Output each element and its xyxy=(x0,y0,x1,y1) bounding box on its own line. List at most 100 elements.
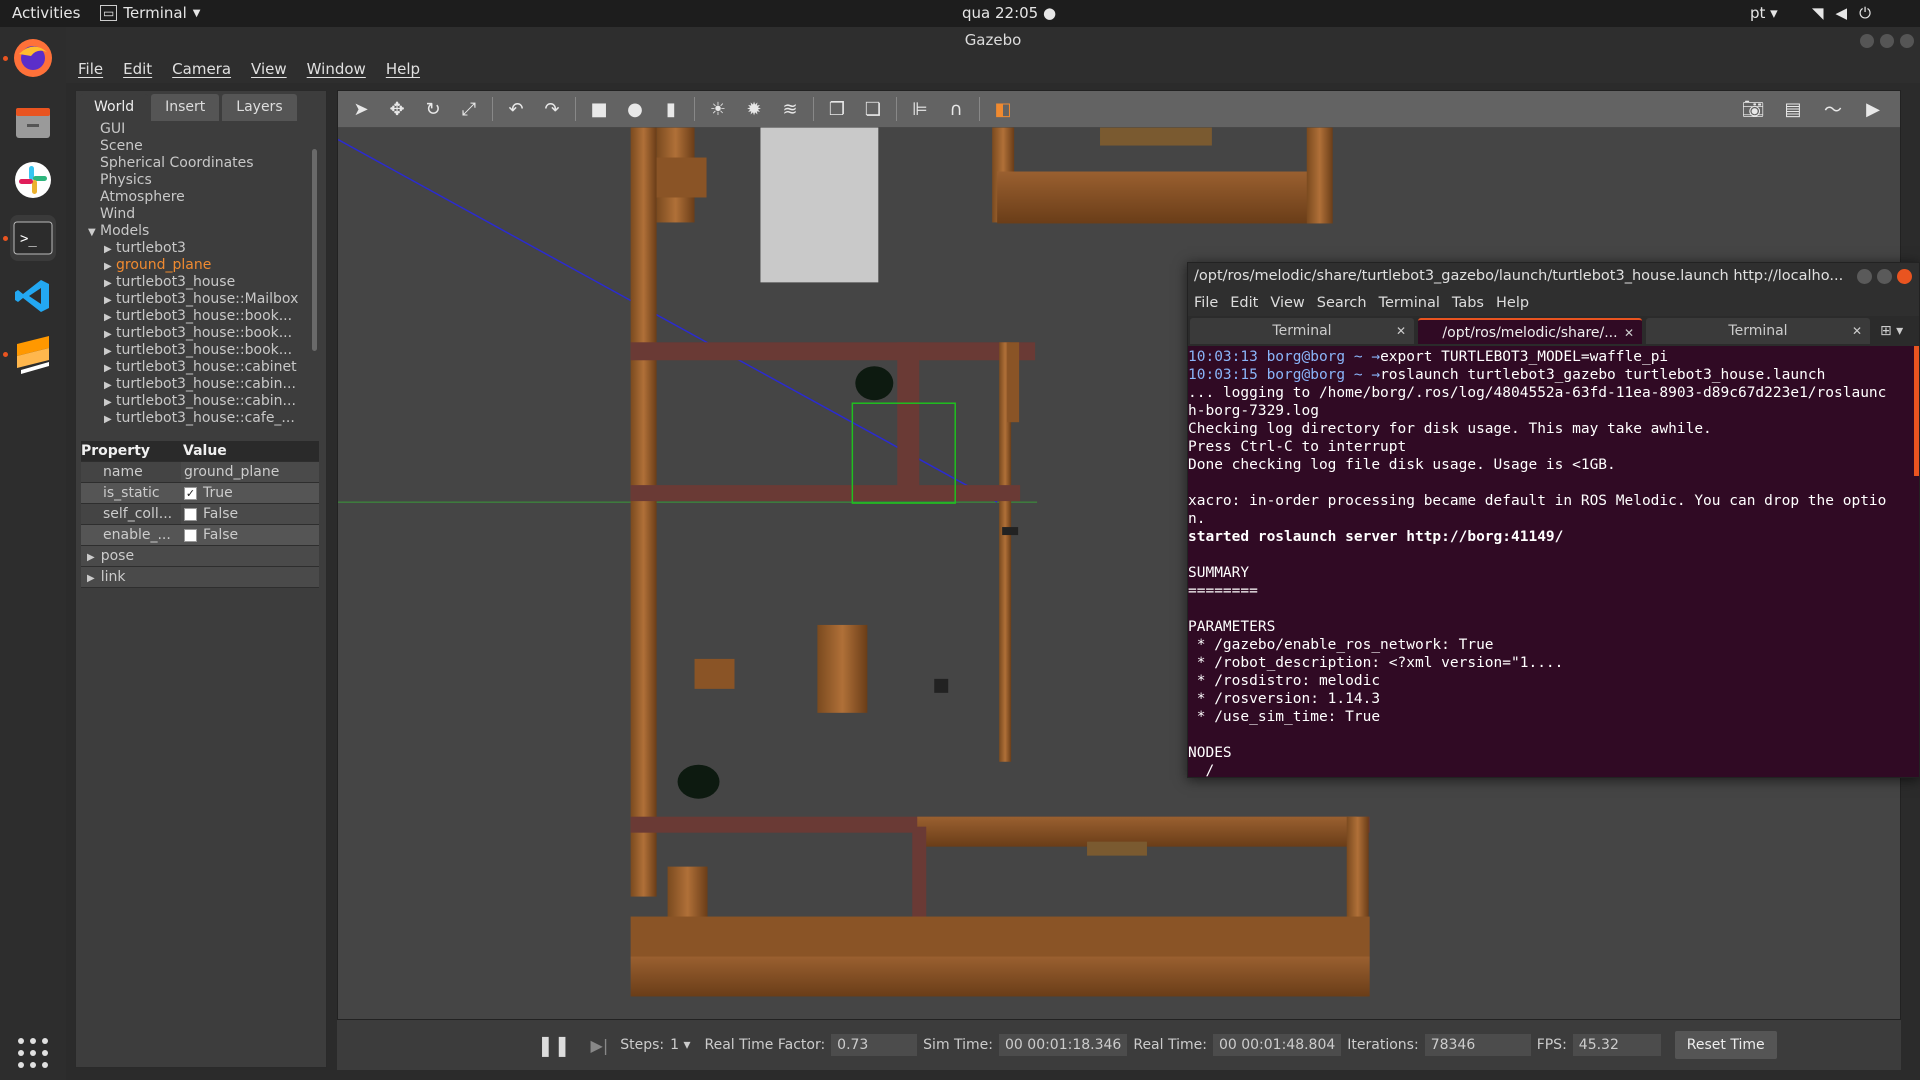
chevron-right-icon[interactable]: ▶ xyxy=(104,377,116,394)
app-grid-icon[interactable] xyxy=(10,1030,56,1076)
terminal-tab-active[interactable]: /opt/ros/melodic/share/... ✕ xyxy=(1418,318,1642,344)
property-row[interactable]: is_static ✓ True xyxy=(81,483,319,504)
property-row[interactable]: self_coll... False xyxy=(81,504,319,525)
property-group-pose[interactable]: ▶ pose xyxy=(81,546,319,567)
chevron-right-icon[interactable]: ▶ xyxy=(104,241,116,258)
close-tab-icon[interactable]: ✕ xyxy=(1396,318,1406,344)
close-tab-icon[interactable]: ✕ xyxy=(1852,318,1862,344)
align-icon[interactable]: ⊫ xyxy=(907,96,933,122)
minimize-icon[interactable] xyxy=(1857,269,1872,284)
vscode-icon[interactable] xyxy=(10,273,56,319)
terminal-menu-file[interactable]: File xyxy=(1194,295,1218,311)
plot-icon[interactable]: 〜 xyxy=(1820,96,1846,122)
tree-item[interactable]: Scene xyxy=(76,138,316,155)
slack-icon[interactable] xyxy=(10,157,56,203)
terminal-output[interactable]: 10:03:13 borg@borg ~ →export TURTLEBOT3_… xyxy=(1188,346,1919,780)
world-tree[interactable]: GUI Scene Spherical Coordinates Physics Atmo… xyxy=(76,121,316,439)
tree-item[interactable]: Wind xyxy=(76,206,316,223)
tree-item[interactable]: ▶ turtlebot3_house::cafe_... xyxy=(76,410,316,427)
window-titlebar[interactable]: Gazebo xyxy=(66,27,1920,55)
box-shape-icon[interactable]: ■ xyxy=(586,96,612,122)
property-group-link[interactable]: ▶ link xyxy=(81,567,319,588)
tab-world[interactable]: World xyxy=(80,94,149,121)
terminal-menu-view[interactable]: View xyxy=(1270,295,1304,311)
tree-item[interactable]: ▶ turtlebot3_house::cabin... xyxy=(76,393,316,410)
tree-item[interactable]: ▶ turtlebot3_house::cabin... xyxy=(76,376,316,393)
chevron-right-icon[interactable]: ▶ xyxy=(104,411,116,428)
tree-scrollbar[interactable] xyxy=(312,149,317,351)
files-icon[interactable] xyxy=(10,99,56,145)
translate-mode-icon[interactable]: ✥ xyxy=(384,96,410,122)
close-icon[interactable] xyxy=(1897,269,1912,284)
checkbox-checked[interactable]: ✓ xyxy=(184,486,197,500)
firefox-icon[interactable] xyxy=(10,35,56,81)
redo-icon[interactable]: ↷ xyxy=(539,96,565,122)
chevron-right-icon[interactable]: ▶ xyxy=(104,394,116,411)
snap-icon[interactable]: ∩ xyxy=(943,96,969,122)
menu-help[interactable]: Help xyxy=(386,60,420,78)
app-menu[interactable]: ▭ Terminal ▼ xyxy=(100,4,200,22)
tree-item[interactable]: ▶ turtlebot3_house xyxy=(76,274,316,291)
checkbox-unchecked[interactable] xyxy=(184,528,197,542)
chevron-right-icon[interactable]: ▶ xyxy=(104,275,116,292)
terminal-menu-edit[interactable]: Edit xyxy=(1230,295,1258,311)
tree-item[interactable]: Atmosphere xyxy=(76,189,316,206)
close-tab-icon[interactable]: ✕ xyxy=(1624,320,1634,346)
steps-selector[interactable]: 1 ▾ xyxy=(670,1037,690,1053)
minimize-icon[interactable] xyxy=(1860,34,1874,48)
tree-item[interactable]: Physics xyxy=(76,172,316,189)
activities-button[interactable]: Activities xyxy=(12,4,80,22)
terminal-menu-tabs[interactable]: Tabs xyxy=(1452,295,1484,311)
rotate-mode-icon[interactable]: ↻ xyxy=(420,96,446,122)
tree-item[interactable]: ▼ Models xyxy=(76,223,316,240)
tree-item[interactable]: ▶ turtlebot3_house::book... xyxy=(76,342,316,359)
tree-item[interactable]: ▶ turtlebot3_house::book... xyxy=(76,325,316,342)
tree-item[interactable]: ▶ turtlebot3_house::cabinet xyxy=(76,359,316,376)
terminal-menu-terminal[interactable]: Terminal xyxy=(1379,295,1440,311)
chevron-right-icon[interactable]: ▶ xyxy=(104,343,116,360)
maximize-icon[interactable] xyxy=(1877,269,1892,284)
sublime-icon[interactable] xyxy=(10,331,56,377)
paste-icon[interactable]: ❏ xyxy=(860,96,886,122)
menu-camera[interactable]: Camera xyxy=(172,60,231,78)
property-value[interactable]: ground_plane xyxy=(181,462,319,482)
menu-window[interactable]: Window xyxy=(307,60,366,78)
sphere-shape-icon[interactable]: ● xyxy=(622,96,648,122)
terminal-titlebar[interactable]: /opt/ros/melodic/share/turtlebot3_gazebo… xyxy=(1188,263,1919,290)
tree-item[interactable]: ▶ turtlebot3_house::book... xyxy=(76,308,316,325)
terminal-tab[interactable]: Terminal ✕ xyxy=(1190,318,1414,344)
maximize-icon[interactable] xyxy=(1880,34,1894,48)
directional-light-icon[interactable]: ≋ xyxy=(777,96,803,122)
chevron-right-icon[interactable]: ▶ xyxy=(104,326,116,343)
terminal-scrollbar[interactable] xyxy=(1914,346,1919,476)
close-icon[interactable] xyxy=(1900,34,1914,48)
tree-item[interactable]: GUI xyxy=(76,121,316,138)
tab-layers[interactable]: Layers xyxy=(222,94,297,121)
terminal-icon[interactable]: >_ xyxy=(10,215,56,261)
terminal-window[interactable]: /opt/ros/melodic/share/turtlebot3_gazebo… xyxy=(1187,262,1920,780)
terminal-menu-search[interactable]: Search xyxy=(1317,295,1367,311)
chevron-right-icon[interactable]: ▶ xyxy=(104,292,116,309)
chevron-right-icon[interactable]: ▶ xyxy=(104,309,116,326)
menu-edit[interactable]: Edit xyxy=(123,60,152,78)
step-icon[interactable]: ▶| xyxy=(591,1036,609,1055)
tree-item[interactable]: ▶ turtlebot3 xyxy=(76,240,316,257)
select-mode-icon[interactable]: ➤ xyxy=(348,96,374,122)
spot-light-icon[interactable]: ✹ xyxy=(741,96,767,122)
clock[interactable]: qua 22:05 ● xyxy=(962,4,1056,22)
reset-time-button[interactable]: Reset Time xyxy=(1674,1031,1777,1059)
property-row[interactable]: enable_... False xyxy=(81,525,319,546)
new-tab-icon[interactable]: ⊞ ▾ xyxy=(1880,323,1903,339)
chevron-right-icon[interactable]: ▶ xyxy=(104,360,116,377)
view-angle-icon[interactable]: ◧ xyxy=(990,96,1016,122)
tree-item[interactable]: ▶ turtlebot3_house::Mailbox xyxy=(76,291,316,308)
screenshot-icon[interactable]: 📷︎ xyxy=(1740,96,1766,122)
terminal-menu-help[interactable]: Help xyxy=(1496,295,1529,311)
undo-icon[interactable]: ↶ xyxy=(503,96,529,122)
tree-item[interactable]: Spherical Coordinates xyxy=(76,155,316,172)
terminal-tab[interactable]: Terminal ✕ xyxy=(1646,318,1870,344)
menu-view[interactable]: View xyxy=(251,60,287,78)
checkbox-unchecked[interactable] xyxy=(184,507,197,521)
tree-item[interactable]: ▶ ground_plane xyxy=(76,257,316,274)
chevron-right-icon[interactable]: ▶ xyxy=(104,258,116,275)
